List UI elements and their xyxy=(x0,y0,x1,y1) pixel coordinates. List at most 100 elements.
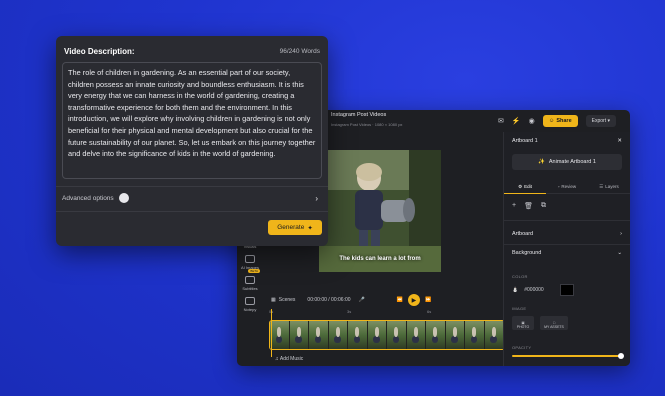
music-note-icon: ♫ xyxy=(275,356,279,362)
photo-button[interactable]: ▣ PHOTO xyxy=(512,316,534,330)
video-canvas[interactable]: The kids can learn a lot from xyxy=(319,150,441,272)
share-button[interactable]: ☺ Share xyxy=(542,115,578,127)
description-textarea[interactable]: The role of children in gardening. As an… xyxy=(62,62,322,179)
color-row: ⛄ #000000 xyxy=(512,284,574,296)
tick-label: 6s xyxy=(427,309,432,314)
tab-layers[interactable]: ☰ Layers xyxy=(588,180,630,194)
animate-label: Animate Artboard 1 xyxy=(548,159,596,165)
tab-layers-label: Layers xyxy=(605,184,619,189)
scenes-icon: ▦ xyxy=(271,297,276,303)
color-swatch[interactable] xyxy=(559,284,574,296)
photo-label: PHOTO xyxy=(516,325,530,329)
chevron-right-icon: › xyxy=(620,231,622,237)
nav-item-subtitles[interactable]: Subtitles xyxy=(242,286,257,291)
description-title: Video Description: xyxy=(64,47,135,56)
my-assets-label: MY ASSETS xyxy=(544,325,564,329)
track-thumbnail xyxy=(348,321,368,349)
ai-images-icon[interactable] xyxy=(245,255,255,263)
opacity-label: OPACITY xyxy=(512,345,532,350)
delete-icon[interactable]: 🗑 xyxy=(524,202,533,210)
video-description-card: Video Description: 96/240 Words The role… xyxy=(56,36,328,246)
edit-tools: + 🗑 ⧉ xyxy=(512,202,546,210)
play-button[interactable]: ▶ xyxy=(407,294,420,306)
chevron-down-icon: ⌄ xyxy=(617,250,622,256)
tick-label: 3s xyxy=(347,309,352,314)
timeline-ruler: 0s 3s 6s xyxy=(267,309,505,319)
left-nav: Visuals AI Images BETA Subtitles Notepy xyxy=(237,244,263,312)
generate-button[interactable]: Generate ✦ xyxy=(268,220,322,235)
advanced-options-label: Advanced options xyxy=(62,194,114,202)
artboard-section[interactable]: Artboard › xyxy=(512,231,622,237)
track-thumbnail xyxy=(406,321,426,349)
track-thumbnail xyxy=(289,321,309,349)
comment-icon[interactable]: ✉ xyxy=(498,118,504,125)
export-button[interactable]: Export ▾ xyxy=(585,115,616,127)
divider xyxy=(56,186,328,187)
track-thumbnail xyxy=(367,321,387,349)
animate-icon: ✨ xyxy=(538,159,545,165)
animate-artboard-button[interactable]: ✨ Animate Artboard 1 xyxy=(512,154,622,170)
preview-eye-icon[interactable]: ◉ xyxy=(529,118,535,125)
background-label: Background xyxy=(512,250,542,256)
notepy-icon[interactable] xyxy=(245,297,255,305)
tab-review[interactable]: ▫ Review xyxy=(546,180,588,194)
add-music-button[interactable]: ♫ Add Music xyxy=(275,356,303,362)
track-thumbnail xyxy=(445,321,465,349)
image-label: IMAGE xyxy=(512,306,527,311)
tab-edit[interactable]: ⚙ Edit xyxy=(504,180,546,194)
subtitles-icon[interactable]: BETA xyxy=(245,269,260,284)
track-thumbnail xyxy=(426,321,446,349)
magic-wand-icon: ✦ xyxy=(307,224,313,232)
time-display: 00:00:00 / 00:06:00 xyxy=(307,297,351,303)
generate-label: Generate xyxy=(277,224,305,231)
divider xyxy=(504,220,630,221)
my-assets-button[interactable]: □ MY ASSETS xyxy=(540,316,568,330)
play-icon: ▶ xyxy=(411,297,417,304)
description-text: The role of children in gardening. As an… xyxy=(68,68,316,159)
artboard-label: Artboard xyxy=(512,231,534,237)
lightning-icon[interactable]: ⚡ xyxy=(512,118,521,125)
opacity-slider-knob[interactable] xyxy=(618,353,624,359)
microphone-icon[interactable]: 🎤 xyxy=(359,297,365,303)
nav-item-notepy[interactable]: Notepy xyxy=(244,307,257,312)
color-label: COLOR xyxy=(512,274,528,279)
share-label: Share xyxy=(556,118,572,124)
track-thumbnail xyxy=(484,321,504,349)
close-icon[interactable]: ✕ xyxy=(617,138,622,144)
rewind-icon[interactable]: ⏪ xyxy=(397,297,403,303)
chevron-down-icon: ▾ xyxy=(607,118,610,124)
word-count: 96/240 Words xyxy=(279,48,320,55)
scenes-label: Scenes xyxy=(278,297,296,303)
panel-title: Artboard 1 xyxy=(512,138,538,144)
scenes-button[interactable]: ▦ Scenes xyxy=(271,297,295,303)
image-buttons: ▣ PHOTO □ MY ASSETS xyxy=(512,316,568,330)
properties-panel: Artboard 1 ✕ ✨ Animate Artboard 1 ⚙ Edit … xyxy=(503,132,630,366)
tab-edit-label: Edit xyxy=(524,184,532,189)
tab-review-label: Review xyxy=(561,184,577,189)
beta-badge: BETA xyxy=(248,269,260,273)
add-music-label: Add Music xyxy=(279,356,304,362)
divider xyxy=(56,211,328,212)
divider xyxy=(504,244,630,245)
background-section[interactable]: Background ⌄ xyxy=(512,250,622,256)
track-thumbnail xyxy=(328,321,348,349)
chevron-right-icon: › xyxy=(315,193,318,203)
subtitle-caption[interactable]: The kids can learn a lot from xyxy=(319,256,441,262)
playhead[interactable] xyxy=(271,309,272,357)
fast-forward-icon[interactable]: ⏩ xyxy=(425,297,431,303)
export-label: Export xyxy=(591,118,607,124)
share-person-icon: ☺ xyxy=(548,118,555,124)
track-thumbnail xyxy=(465,321,485,349)
duplicate-icon[interactable]: ⧉ xyxy=(541,202,546,210)
color-hex-input[interactable]: #000000 xyxy=(524,287,543,293)
track-thumbnail xyxy=(270,321,290,349)
opacity-slider[interactable] xyxy=(512,353,624,359)
video-track[interactable] xyxy=(269,320,505,350)
advanced-options-toggle[interactable] xyxy=(118,193,129,203)
advanced-options-row[interactable]: Advanced options › xyxy=(62,193,318,203)
paint-bucket-icon[interactable]: ⛄ xyxy=(512,287,518,293)
add-icon[interactable]: + xyxy=(512,202,516,210)
video-frame-image xyxy=(319,150,441,272)
panel-tabs: ⚙ Edit ▫ Review ☰ Layers xyxy=(504,180,630,194)
edit-icon: ⚙ xyxy=(518,183,523,189)
